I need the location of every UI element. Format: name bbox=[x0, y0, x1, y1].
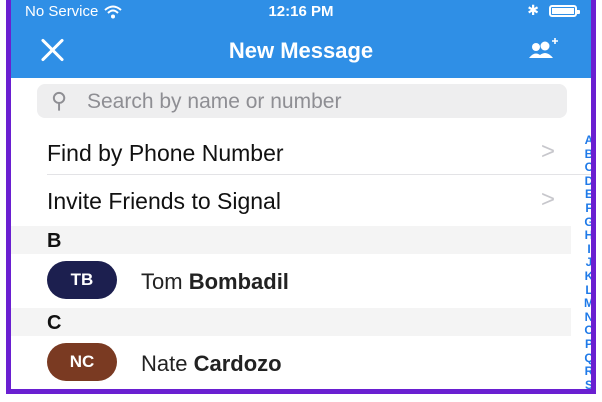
invite-friends-label: Invite Friends to Signal bbox=[47, 188, 281, 214]
section-letter: B bbox=[47, 230, 62, 252]
status-bar: No Service 12:16 PM ✱ bbox=[11, 0, 591, 22]
avatar: TB bbox=[47, 261, 117, 299]
index-letter-h[interactable]: H bbox=[581, 229, 591, 243]
contact-row-nate-cardozo[interactable]: NC Nate Cardozo bbox=[11, 336, 571, 388]
new-group-icon[interactable] bbox=[527, 38, 559, 62]
contact-name: Tom Bombadil bbox=[141, 269, 289, 295]
status-right: ✱ bbox=[527, 2, 580, 19]
contact-row-tom-bombadil[interactable]: TB Tom Bombadil bbox=[11, 254, 571, 306]
section-letter: C bbox=[47, 312, 62, 334]
index-letter-g[interactable]: G bbox=[581, 215, 591, 230]
nav-bar: New Message bbox=[11, 30, 591, 70]
index-letter-l[interactable]: L bbox=[581, 283, 591, 298]
alphabet-index[interactable]: ABCDEFGHIJKLMNOPQRS bbox=[581, 133, 591, 389]
index-letter-o[interactable]: O bbox=[581, 324, 591, 338]
contact-first-name: Tom bbox=[141, 269, 183, 294]
section-header-c: C bbox=[11, 308, 571, 336]
index-letter-d[interactable]: D bbox=[581, 174, 591, 189]
chevron-right-icon: > bbox=[540, 186, 555, 213]
contact-last-name: Bombadil bbox=[188, 269, 289, 294]
index-letter-c[interactable]: C bbox=[581, 161, 591, 175]
index-letter-b[interactable]: B bbox=[581, 147, 591, 162]
section-header-b: B bbox=[11, 226, 571, 254]
contact-name: Nate Cardozo bbox=[141, 351, 282, 377]
search-icon: ⚲ bbox=[51, 88, 68, 113]
page-title: New Message bbox=[228, 38, 374, 63]
index-letter-n[interactable]: N bbox=[581, 310, 591, 325]
contact-last-name: Cardozo bbox=[193, 351, 282, 376]
index-letter-j[interactable]: J bbox=[581, 256, 591, 270]
find-by-phone-row[interactable]: Find by Phone Number > bbox=[11, 128, 571, 174]
index-letter-q[interactable]: Q bbox=[581, 351, 591, 366]
status-time: 12:16 PM bbox=[268, 3, 334, 20]
index-letter-k[interactable]: K bbox=[581, 269, 591, 284]
invite-friends-row[interactable]: Invite Friends to Signal > bbox=[11, 175, 571, 221]
search-input[interactable]: ⚲ Search by name or number bbox=[37, 84, 567, 118]
header: No Service 12:16 PM ✱ New Message bbox=[11, 0, 591, 78]
index-letter-m[interactable]: M bbox=[581, 297, 591, 311]
find-by-phone-label: Find by Phone Number bbox=[47, 140, 284, 166]
index-letter-r[interactable]: R bbox=[581, 364, 591, 379]
search-placeholder: Search by name or number bbox=[87, 90, 342, 113]
index-letter-a[interactable]: A bbox=[581, 133, 591, 148]
app-frame: No Service 12:16 PM ✱ New Message ⚲ Sear… bbox=[6, 0, 596, 394]
avatar: NC bbox=[47, 343, 117, 381]
contact-first-name: Nate bbox=[141, 351, 188, 376]
bluetooth-icon: ✱ bbox=[527, 2, 539, 18]
index-letter-p[interactable]: P bbox=[581, 337, 591, 352]
index-letter-f[interactable]: F bbox=[581, 201, 591, 216]
index-letter-e[interactable]: E bbox=[581, 188, 591, 202]
battery-icon bbox=[549, 4, 580, 17]
index-letter-i[interactable]: I bbox=[581, 242, 591, 257]
index-letter-s[interactable]: S bbox=[581, 378, 591, 389]
chevron-right-icon: > bbox=[540, 138, 555, 165]
